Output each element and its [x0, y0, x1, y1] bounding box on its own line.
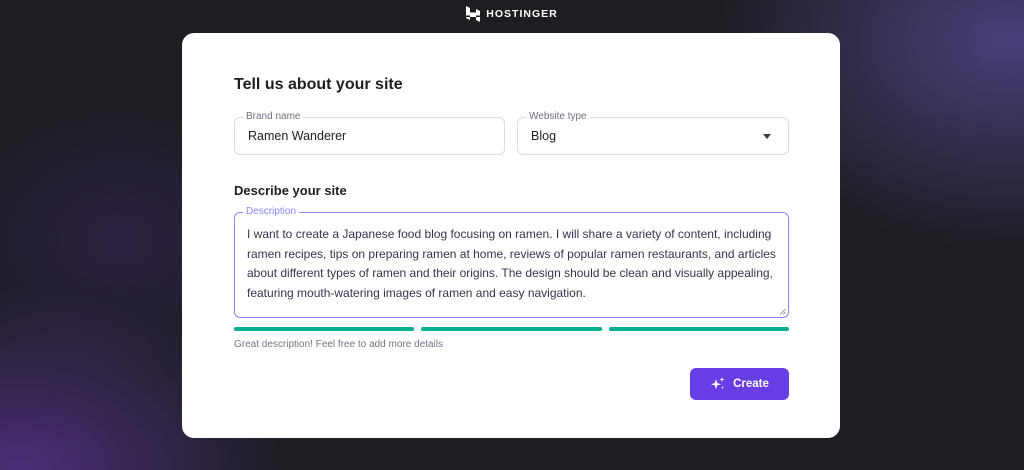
website-type-label: Website type	[526, 111, 590, 123]
description-hint: Great description! Feel free to add more…	[234, 339, 443, 350]
top-bar: HOSTINGER	[0, 0, 1024, 28]
strength-bar	[421, 327, 602, 331]
caret-down-icon	[763, 133, 771, 139]
strength-bar	[234, 327, 415, 331]
resize-handle-icon[interactable]	[779, 308, 786, 315]
create-button[interactable]: Create	[690, 368, 789, 400]
brand-name-value: Ramen Wanderer	[248, 129, 347, 143]
hostinger-logo-icon	[466, 6, 481, 22]
hostinger-logo[interactable]: HOSTINGER	[466, 6, 557, 22]
site-info-card: Tell us about your site Brand name Ramen…	[182, 33, 840, 438]
brand-name: HOSTINGER	[486, 8, 558, 20]
description-strength-meter	[234, 327, 789, 331]
description-value: I want to create a Japanese food blog fo…	[247, 227, 776, 300]
form-title: Tell us about your site	[234, 76, 403, 93]
website-type-value: Blog	[531, 129, 557, 143]
describe-title: Describe your site	[234, 183, 347, 198]
description-label: Description	[243, 206, 300, 218]
brand-name-field[interactable]: Brand name Ramen Wanderer	[234, 111, 505, 155]
description-textarea[interactable]: Description I want to create a Japanese …	[234, 206, 789, 318]
website-type-select[interactable]: Website type Blog	[517, 111, 789, 155]
sparkles-icon	[711, 377, 725, 390]
create-label: Create	[733, 378, 769, 390]
brand-name-label: Brand name	[243, 111, 304, 123]
strength-bar	[608, 327, 789, 331]
